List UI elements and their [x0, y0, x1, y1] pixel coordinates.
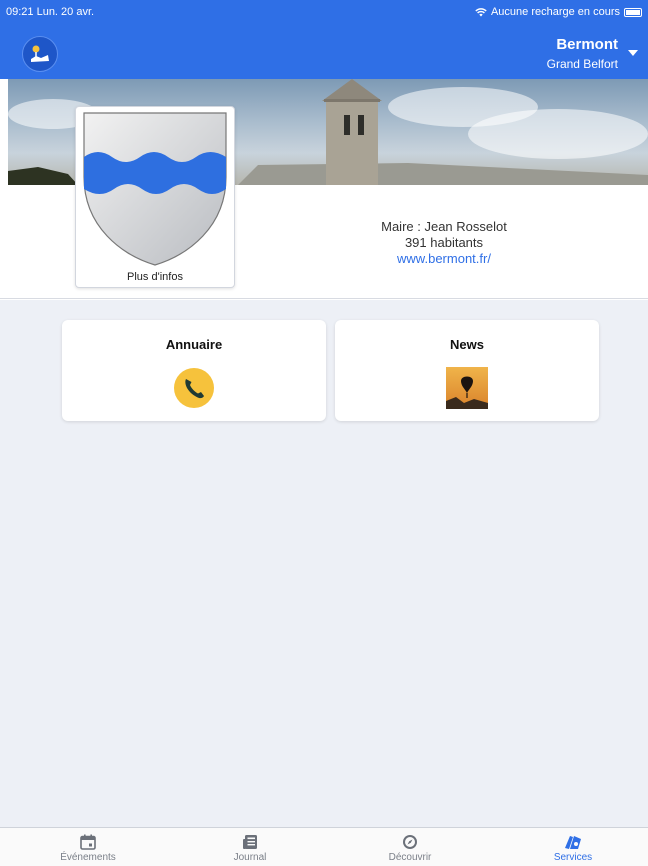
bottom-tab-bar: Événements Journal Découvrir Services — [0, 827, 648, 866]
town-name: Bermont — [556, 36, 618, 53]
population: 391 habitants — [404, 235, 484, 250]
service-card-annuaire[interactable]: Annuaire — [62, 320, 326, 421]
crest-more-info-label[interactable]: Plus d'infos — [76, 271, 234, 283]
status-right: Aucune recharge en cours — [475, 6, 642, 18]
tab-label: Journal — [233, 852, 267, 863]
service-title: News — [450, 337, 484, 352]
status-time-date: 09:21 Lun. 20 avr. — [6, 6, 95, 18]
website-link[interactable]: www.bermont.fr/ — [340, 251, 548, 267]
charging-status: Aucune recharge en cours — [490, 6, 620, 18]
tab-evenements[interactable]: Événements — [28, 832, 148, 863]
town-selector[interactable]: Bermont Grand Belfort — [547, 36, 618, 71]
mayor-name: Maire : Jean Rosselot — [381, 219, 507, 234]
service-title: Annuaire — [165, 337, 223, 352]
status-bar: 09:21 Lun. 20 avr. Aucune recharge en co… — [0, 0, 648, 24]
crest-card[interactable]: Plus d'infos — [75, 106, 235, 288]
newspaper-icon — [243, 835, 257, 849]
coat-of-arms-icon — [83, 112, 227, 266]
calendar-icon — [80, 834, 96, 850]
town-region: Grand Belfort — [546, 57, 618, 71]
phone-icon — [174, 368, 214, 408]
tab-label: Services — [553, 852, 593, 863]
chevron-down-icon[interactable] — [628, 50, 638, 56]
compass-icon — [403, 835, 417, 849]
wifi-icon — [475, 7, 487, 16]
town-details: Maire : Jean Rosselot 391 habitants www.… — [340, 219, 548, 267]
app-logo-icon — [31, 45, 49, 62]
tab-label: Événements — [60, 852, 116, 863]
tab-services[interactable]: Services — [513, 832, 633, 863]
balloon-icon — [446, 367, 488, 409]
tab-label: Découvrir — [388, 852, 432, 863]
services-icon — [565, 836, 581, 849]
service-card-news[interactable]: News — [335, 320, 599, 421]
tab-journal[interactable]: Journal — [190, 832, 310, 863]
battery-icon — [624, 7, 642, 17]
app-logo[interactable] — [22, 36, 58, 72]
tab-decouvrir[interactable]: Découvrir — [350, 832, 470, 863]
services-content: Annuaire News — [0, 300, 648, 827]
top-nav-bar: Bermont Grand Belfort — [0, 24, 648, 79]
